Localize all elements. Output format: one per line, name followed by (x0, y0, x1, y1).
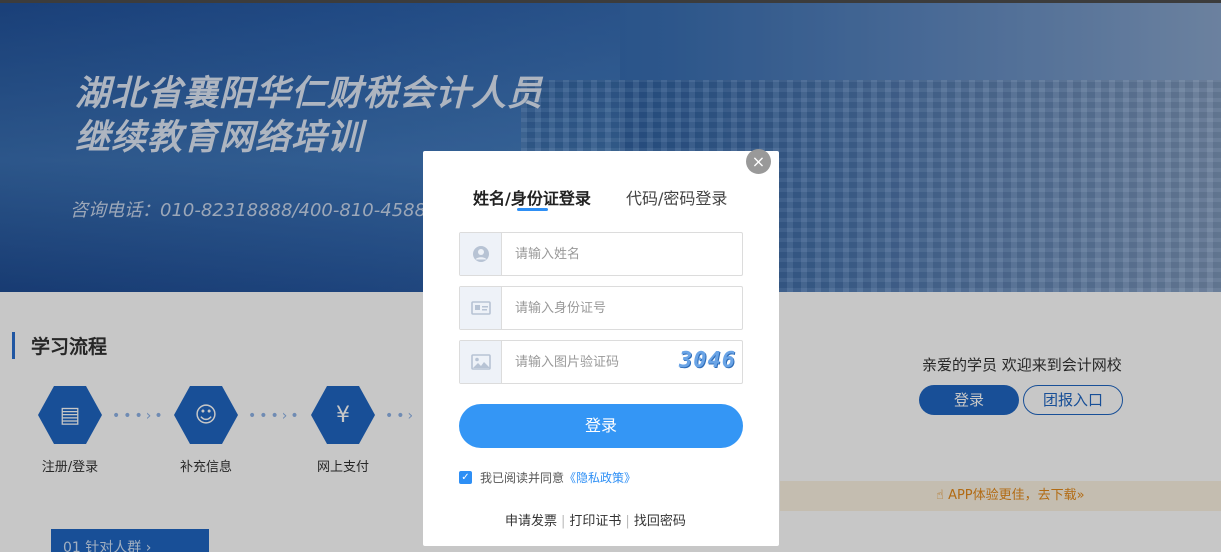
print-certificate-link[interactable]: 打印证书 (569, 514, 621, 529)
privacy-policy-link[interactable]: 《隐私政策》 (564, 469, 636, 486)
user-icon (460, 233, 502, 275)
id-card-icon (460, 287, 502, 329)
apply-invoice-link[interactable]: 申请发票 (505, 514, 557, 529)
recover-password-link[interactable]: 找回密码 (634, 514, 686, 529)
login-button[interactable]: 登录 (459, 404, 743, 448)
id-input[interactable] (515, 298, 675, 318)
tab-code-password-login[interactable]: 代码/密码登录 (626, 185, 727, 209)
modal-footer-links: 申请发票 | 打印证书 | 找回密码 (505, 510, 686, 529)
image-icon (460, 341, 502, 383)
tab-name-id-login[interactable]: 姓名/身份证登录 (473, 185, 591, 209)
id-field[interactable] (459, 286, 743, 330)
captcha-input[interactable] (515, 352, 675, 372)
name-field[interactable] (459, 232, 743, 276)
agree-text: 我已阅读并同意 (480, 471, 565, 485)
divider: | (561, 514, 566, 529)
captcha-field[interactable]: 3046 (459, 340, 743, 384)
captcha-image[interactable]: 3046 (679, 348, 736, 373)
active-tab-indicator (517, 208, 548, 211)
login-modal: 姓名/身份证登录 代码/密码登录 3046 登录 ✓ 我已阅读并同意 《隐私政策… (423, 151, 779, 546)
agree-checkbox[interactable]: ✓ (459, 471, 472, 484)
close-icon[interactable]: × (746, 149, 771, 174)
agree-row: ✓ 我已阅读并同意 《隐私政策》 (459, 469, 636, 486)
divider: | (625, 514, 630, 529)
name-input[interactable] (515, 244, 675, 264)
